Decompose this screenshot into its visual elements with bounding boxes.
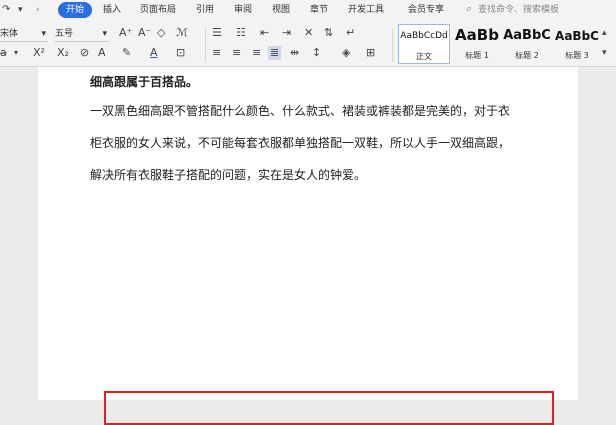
document-line: 解决所有衣服鞋子搭配的问题，实在是女人的钟爱。 [90,168,367,182]
decrease-indent-icon[interactable]: ⇤ [260,26,269,40]
chevron-left-icon[interactable]: ‹ [36,3,40,17]
style-name: 标题 1 [465,51,489,60]
tab-home[interactable]: 开始 [58,2,92,18]
menu-bar: ↷ ▾ ‹ 开始 插入 页面布局 引用 审阅 视图 章节 开发工具 会员专享 ⌕… [0,0,616,20]
shrink-font-icon[interactable]: A⁻ [138,26,151,40]
clear-format-icon[interactable]: ◇ [157,26,165,40]
chinese-layout-icon[interactable]: ✕ [304,26,313,40]
show-marks-icon[interactable]: ↵ [346,26,355,40]
style-heading-1[interactable]: AaBb 标题 1 [452,24,502,62]
align-right-icon[interactable]: ≡ [252,46,261,60]
tab-developer[interactable]: 开发工具 [348,3,384,17]
chevron-down-icon: ▾ [102,29,107,39]
font-color-icon[interactable]: A [150,46,158,60]
justify-icon[interactable]: ≣ [268,46,282,60]
redo-icon[interactable]: ↷ [2,3,10,17]
tab-member[interactable]: 会员专享 [408,3,444,17]
distribute-icon[interactable]: ⇹ [290,46,299,60]
chevron-down-icon: ▾ [41,29,46,39]
style-sample: AaBbCcDd [400,31,448,41]
tab-page-layout[interactable]: 页面布局 [140,3,176,17]
increase-indent-icon[interactable]: ⇥ [282,26,291,40]
superscript-icon[interactable]: X² [33,46,45,60]
tab-insert[interactable]: 插入 [103,3,121,17]
divider [205,28,206,62]
tab-references[interactable]: 引用 [196,3,214,17]
document-line: 一双黑色细高跟不管搭配什么颜色、什么款式、裙装或裤装都是完美的，对于衣 [90,104,511,118]
bullet-list-icon[interactable]: ☰ [212,26,222,40]
align-center-icon[interactable]: ≡ [232,46,241,60]
style-normal[interactable]: AaBbCcDd 正文 [398,24,450,64]
align-left-icon[interactable]: ≡ [212,46,221,60]
numbered-list-icon[interactable]: ☷ [236,26,246,40]
chevron-up-icon[interactable]: ▴ [602,26,607,40]
document-heading: 细高跟属于百搭品。 [90,75,199,89]
font-size-value: 五号 [55,29,74,39]
subscript-icon[interactable]: X₂ [57,46,69,60]
style-name: 标题 2 [515,51,539,60]
tab-review[interactable]: 审阅 [234,3,252,17]
tab-section[interactable]: 章节 [310,3,328,17]
font-name-value: 宋体 [0,29,19,39]
style-sample: AaBbC [503,28,551,43]
ribbon-toolbar: 宋体 ▾ 五号 ▾ A⁺ A⁻ ◇ ℳ a̶ ▾ X² X₂ ⊘ A ✎ A ⊡ ☰… [0,20,616,67]
style-heading-2[interactable]: AaBbC 标题 2 [502,24,552,62]
sort-icon[interactable]: ⇅ [324,26,333,40]
style-name: 正文 [416,52,432,61]
border-icon[interactable]: ⊞ [366,46,375,60]
style-sample: AaBbC [555,29,599,43]
font-name-select[interactable]: 宋体 ▾ [0,27,48,42]
style-sample: AaBb [455,26,499,44]
char-border-icon[interactable]: ⊡ [176,46,185,60]
style-heading-3[interactable]: AaBbC 标题 3 [552,24,602,62]
tab-view[interactable]: 视图 [272,3,290,17]
strikethrough-icon[interactable]: a̶ [0,46,7,60]
chevron-down-icon[interactable]: ▾ [602,46,607,60]
phonetic-guide-icon[interactable]: ℳ [176,26,188,40]
line-spacing-icon[interactable]: ↕ [312,46,321,60]
font-size-select[interactable]: 五号 ▾ [55,27,109,42]
divider [392,28,393,62]
chevron-down-icon[interactable]: ▾ [14,46,18,60]
clear-icon[interactable]: ⊘ [80,46,89,60]
dropdown-icon[interactable]: ▾ [18,3,23,17]
shading-icon[interactable]: ◈ [342,46,350,60]
highlight-box [104,391,554,425]
grow-font-icon[interactable]: A⁺ [119,26,132,40]
search-input[interactable]: 查找命令、搜索模板 [478,3,559,17]
text-effect-icon[interactable]: A [98,46,106,60]
search-icon[interactable]: ⌕ [466,2,472,16]
highlight-icon[interactable]: ✎ [122,46,131,60]
document-line: 柜衣服的女人来说，不可能每套衣服都单独搭配一双鞋，所以人手一双细高跟， [90,136,511,150]
style-name: 标题 3 [565,51,589,60]
